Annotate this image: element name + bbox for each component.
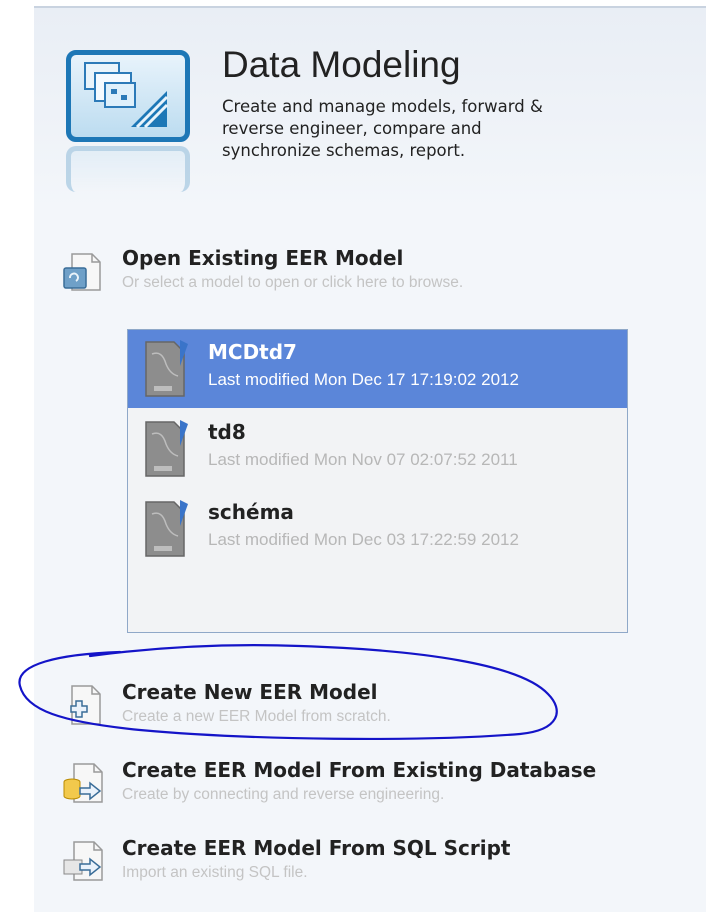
database-import-icon: [63, 763, 103, 803]
data-modeling-icon: [66, 50, 190, 142]
new-model-icon: [70, 685, 101, 725]
icon-reflection: [66, 146, 190, 192]
page-description: Create and manage models, forward & reve…: [222, 97, 543, 160]
left-margin: [0, 0, 34, 912]
model-item-td8[interactable]: td8 Last modified Mon Nov 07 02:07:52 20…: [128, 410, 627, 488]
open-model-subtitle: Or select a model to open or click here …: [122, 274, 464, 291]
open-model-icon: [63, 253, 101, 291]
model-file-icon: [145, 500, 188, 557]
model-modified-date: Last modified Mon Dec 03 17:22:59 2012: [208, 530, 519, 549]
page-title: Data Modeling: [222, 44, 461, 85]
model-name: td8: [208, 420, 246, 444]
model-name: MCDtd7: [208, 340, 297, 364]
model-file-icon: [145, 340, 188, 397]
create-from-database-title: Create EER Model From Existing Database: [122, 758, 597, 782]
create-from-sql-script-title: Create EER Model From SQL Script: [122, 836, 511, 860]
model-modified-date: Last modified Mon Dec 17 17:19:02 2012: [208, 370, 519, 389]
create-from-sql-script-subtitle: Import an existing SQL file.: [122, 864, 308, 881]
create-new-model-title: Create New EER Model: [122, 680, 378, 704]
model-file-icon: [145, 420, 188, 477]
create-new-model-subtitle: Create a new EER Model from scratch.: [122, 708, 391, 725]
model-item-schema[interactable]: schéma Last modified Mon Dec 03 17:22:59…: [128, 490, 627, 568]
model-name: schéma: [208, 500, 294, 524]
sql-script-icon: [63, 841, 103, 881]
create-from-database-subtitle: Create by connecting and reverse enginee…: [122, 786, 445, 803]
recent-models-list[interactable]: MCDtd7 Last modified Mon Dec 17 17:19:02…: [127, 329, 628, 633]
model-modified-date: Last modified Mon Nov 07 02:07:52 2011: [208, 450, 518, 469]
model-item-mcdtd7[interactable]: MCDtd7 Last modified Mon Dec 17 17:19:02…: [128, 330, 627, 408]
open-model-title: Open Existing EER Model: [122, 246, 404, 270]
